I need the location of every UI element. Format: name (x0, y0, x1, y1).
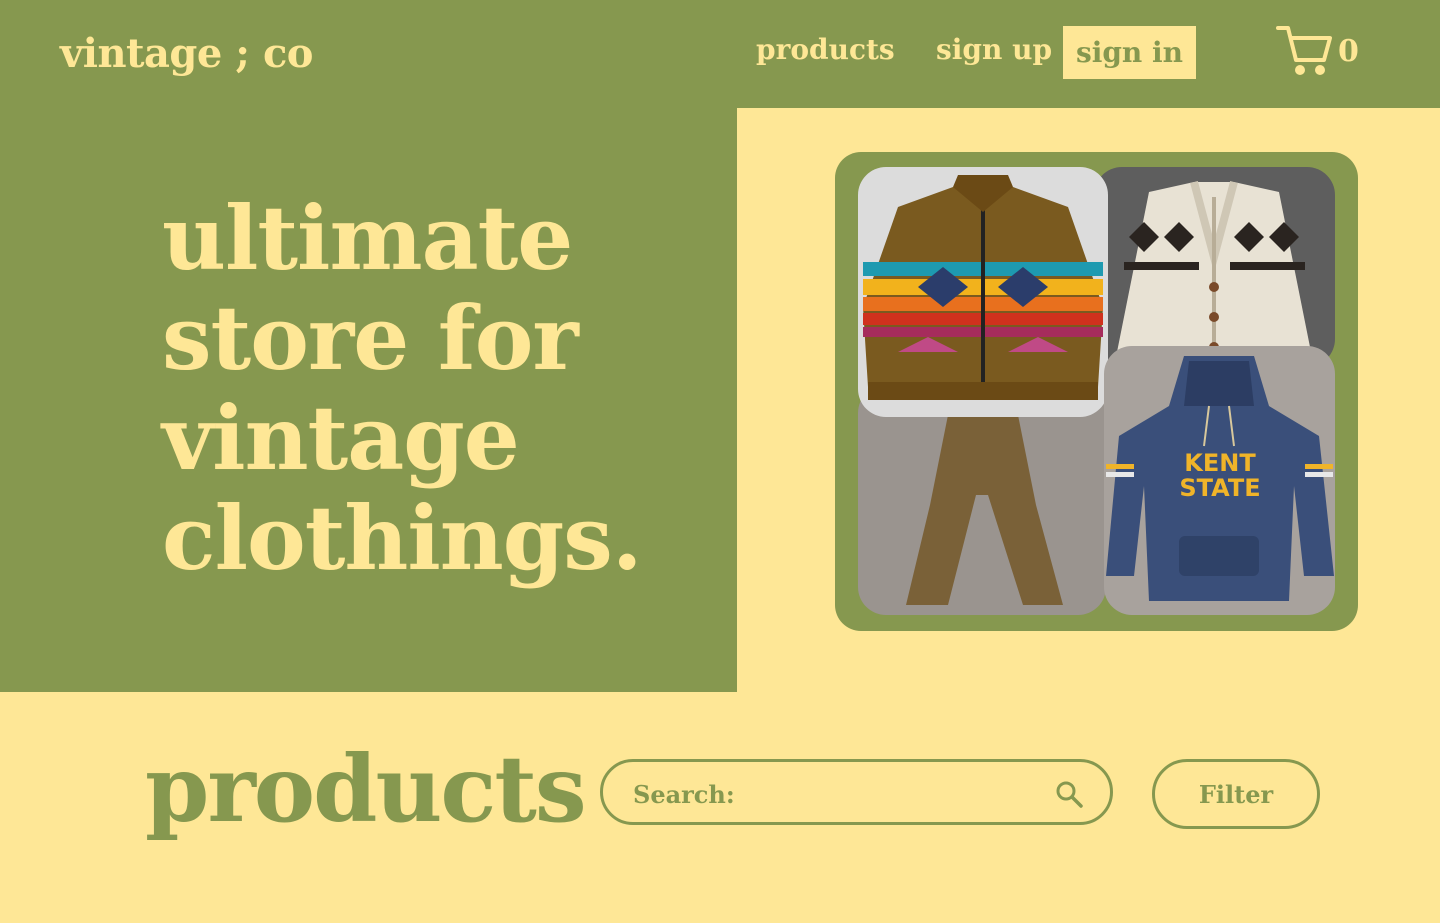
hero-line: clothings. (162, 486, 642, 590)
hero-line: vintage (162, 386, 520, 490)
cart-button[interactable]: 0 (1276, 24, 1366, 84)
hero-headline: ultimate store for vintage clothings. (162, 188, 682, 588)
sign-in-button[interactable]: sign in (1063, 26, 1196, 79)
shopping-cart-icon (1276, 26, 1332, 75)
brand-logo[interactable]: vintage ; co (60, 30, 313, 77)
svg-text:STATE: STATE (1179, 474, 1260, 502)
product-image-hoodie[interactable]: KENT STATE (1104, 346, 1335, 615)
search-bar[interactable]: Search: (600, 759, 1113, 825)
product-image-jacket[interactable] (858, 167, 1108, 417)
nav-sign-up-link[interactable]: sign up (936, 33, 1052, 66)
product-image-pants[interactable] (858, 385, 1106, 615)
products-heading: products (145, 735, 587, 843)
search-label: Search: (633, 780, 735, 809)
filter-button[interactable]: Filter (1152, 759, 1320, 829)
hero-line: ultimate (162, 186, 573, 290)
product-image-cardigan[interactable] (1094, 167, 1335, 367)
svg-text:KENT: KENT (1184, 449, 1256, 477)
search-input[interactable] (733, 774, 1037, 812)
hero-line: store for (162, 286, 579, 390)
nav-products-link[interactable]: products (756, 33, 895, 66)
search-icon[interactable] (1055, 780, 1083, 808)
cart-count-badge: 0 (1338, 34, 1359, 69)
